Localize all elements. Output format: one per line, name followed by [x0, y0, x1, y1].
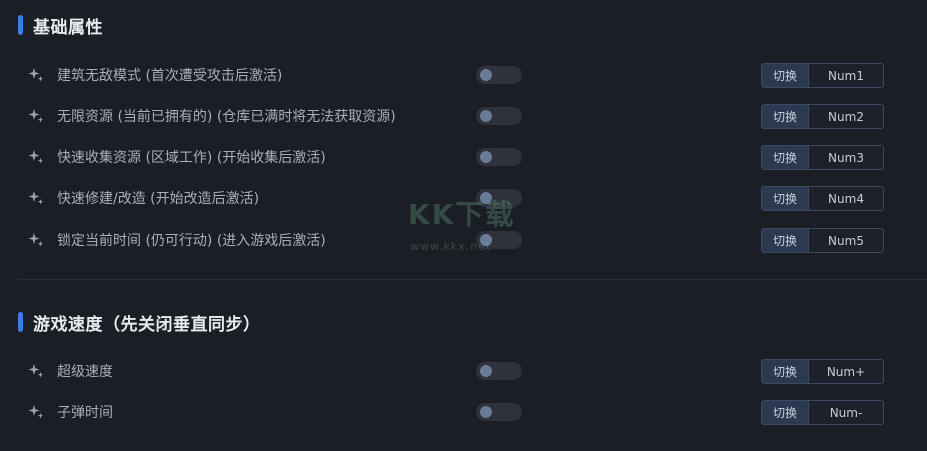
- hotkey-label[interactable]: Num2: [809, 105, 883, 128]
- cheat-row: 快速收集资源 (区域工作) (开始收集后激活) 切换 Num3: [0, 143, 927, 171]
- switch-button[interactable]: 切换: [762, 105, 809, 128]
- cheat-row: 快速修建/改造 (开始改造后激活) 切换 Num4: [0, 184, 927, 212]
- cheat-toggle[interactable]: [476, 189, 522, 207]
- hotkey-group: 切换 Num+: [761, 359, 884, 384]
- hotkey-label[interactable]: Num+: [809, 360, 883, 383]
- cheat-label: 快速修建/改造 (开始改造后激活): [57, 191, 260, 207]
- cheat-row: 无限资源 (当前已拥有的) (仓库已满时将无法获取资源) 切换 Num2: [0, 102, 927, 130]
- sparkle-icon: [28, 68, 44, 82]
- cheat-label: 快速收集资源 (区域工作) (开始收集后激活): [57, 150, 326, 166]
- cheat-label: 建筑无敌模式 (首次遭受攻击后激活): [57, 68, 283, 84]
- cheat-toggle[interactable]: [476, 107, 522, 125]
- sparkle-icon: [28, 150, 44, 164]
- cheat-row: 锁定当前时间 (仍可行动) (进入游戏后激活) 切换 Num5: [0, 226, 927, 254]
- cheat-label: 子弹时间: [57, 405, 113, 421]
- hotkey-group: 切换 Num2: [761, 104, 884, 129]
- switch-button[interactable]: 切换: [762, 64, 809, 87]
- toggle-knob: [480, 365, 492, 377]
- toggle-knob: [480, 406, 492, 418]
- hotkey-group: 切换 Num-: [761, 400, 884, 425]
- hotkey-label[interactable]: Num-: [809, 401, 883, 424]
- section-accent-bar: [18, 312, 23, 332]
- toggle-knob: [480, 110, 492, 122]
- cheat-toggle[interactable]: [476, 66, 522, 84]
- section-title-text: 基础属性: [33, 17, 103, 38]
- switch-button[interactable]: 切换: [762, 401, 809, 424]
- section-divider: [18, 279, 927, 280]
- cheat-toggle[interactable]: [476, 403, 522, 421]
- switch-button[interactable]: 切换: [762, 229, 809, 252]
- toggle-knob: [480, 151, 492, 163]
- trainer-panel: 基础属性 建筑无敌模式 (首次遭受攻击后激活) 切换 Num1 无限资源 (当前…: [0, 0, 927, 451]
- switch-button[interactable]: 切换: [762, 146, 809, 169]
- hotkey-group: 切换 Num5: [761, 228, 884, 253]
- hotkey-group: 切换 Num1: [761, 63, 884, 88]
- cheat-row: 子弹时间 切换 Num-: [0, 398, 927, 426]
- cheat-toggle[interactable]: [476, 362, 522, 380]
- section-title-text: 游戏速度（先关闭垂直同步）: [33, 314, 261, 335]
- hotkey-label[interactable]: Num4: [809, 187, 883, 210]
- sparkle-icon: [28, 191, 44, 205]
- cheat-toggle[interactable]: [476, 231, 522, 249]
- sparkle-icon: [28, 109, 44, 123]
- sparkle-icon: [28, 233, 44, 247]
- switch-button[interactable]: 切换: [762, 187, 809, 210]
- cheat-toggle[interactable]: [476, 148, 522, 166]
- toggle-knob: [480, 192, 492, 204]
- switch-button[interactable]: 切换: [762, 360, 809, 383]
- sparkle-icon: [28, 364, 44, 378]
- section-title-basic: 基础属性: [18, 13, 103, 38]
- cheat-label: 锁定当前时间 (仍可行动) (进入游戏后激活): [57, 233, 326, 249]
- cheat-label: 超级速度: [57, 364, 113, 380]
- hotkey-group: 切换 Num3: [761, 145, 884, 170]
- hotkey-label[interactable]: Num3: [809, 146, 883, 169]
- hotkey-label[interactable]: Num5: [809, 229, 883, 252]
- toggle-knob: [480, 69, 492, 81]
- hotkey-label[interactable]: Num1: [809, 64, 883, 87]
- sparkle-icon: [28, 405, 44, 419]
- cheat-row: 建筑无敌模式 (首次遭受攻击后激活) 切换 Num1: [0, 61, 927, 89]
- hotkey-group: 切换 Num4: [761, 186, 884, 211]
- cheat-row: 超级速度 切换 Num+: [0, 357, 927, 385]
- cheat-label: 无限资源 (当前已拥有的) (仓库已满时将无法获取资源): [57, 109, 396, 125]
- toggle-knob: [480, 234, 492, 246]
- section-accent-bar: [18, 15, 23, 35]
- section-title-speed: 游戏速度（先关闭垂直同步）: [18, 310, 261, 335]
